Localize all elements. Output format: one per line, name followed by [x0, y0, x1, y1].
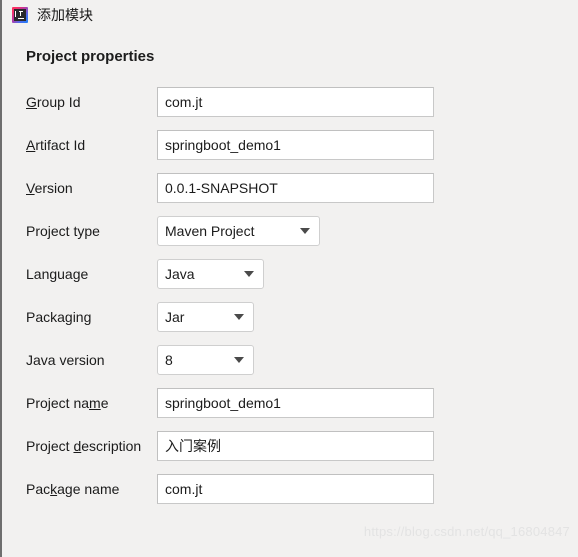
combobox-project-type[interactable]: Maven Project [157, 216, 320, 246]
form-row-project-type: Project type Maven Project [2, 216, 578, 246]
label-project-type: Project type [26, 223, 100, 239]
dialog-title-bar: 添加模块 [2, 0, 578, 30]
input-project-name[interactable]: springboot_demo1 [157, 388, 434, 418]
intellij-idea-logo-icon [12, 7, 28, 23]
chevron-down-icon [234, 314, 244, 320]
chevron-down-icon [300, 228, 310, 234]
combobox-language[interactable]: Java [157, 259, 264, 289]
dialog-title: 添加模块 [37, 7, 93, 23]
add-module-dialog: 添加模块 Project properties Group Id com.jt Ar… [0, 0, 578, 557]
form-row-artifact-id: Artifact Id springboot_demo1 [2, 130, 578, 160]
combobox-packaging[interactable]: Jar [157, 302, 254, 332]
input-value-version: 0.0.1-SNAPSHOT [165, 180, 278, 196]
label-group-id: Group Id [26, 94, 81, 110]
form-row-package-name: Package name com.jt [2, 474, 578, 504]
chevron-down-icon [244, 271, 254, 277]
input-artifact-id[interactable]: springboot_demo1 [157, 130, 434, 160]
label-java-version: Java version [26, 352, 105, 368]
label-version: Version [26, 180, 73, 196]
project-properties-form: Group Id com.jt Artifact Id springboot_demo… [2, 87, 578, 504]
input-package-name[interactable]: com.jt [157, 474, 434, 504]
input-value-package-name: com.jt [165, 481, 203, 497]
dialog-content: Project properties Group Id com.jt Artifac… [2, 30, 578, 504]
input-version[interactable]: 0.0.1-SNAPSHOT [157, 173, 434, 203]
input-value-group-id: com.jt [165, 94, 203, 110]
combobox-value-packaging: Jar [165, 309, 185, 325]
input-value-project-description: 入门案例 [165, 438, 221, 454]
section-heading: Project properties [26, 48, 155, 65]
label-project-description: Project description [26, 438, 142, 454]
input-project-description[interactable]: 入门案例 [157, 431, 434, 461]
form-row-group-id: Group Id com.jt [2, 87, 578, 117]
label-package-name: Package name [26, 481, 120, 497]
form-row-project-description: Project description 入门案例 [2, 431, 578, 461]
chevron-down-icon [234, 357, 244, 363]
input-value-project-name: springboot_demo1 [165, 395, 281, 411]
form-row-language: Language Java [2, 259, 578, 289]
input-group-id[interactable]: com.jt [157, 87, 434, 117]
form-row-packaging: Packaging Jar [2, 302, 578, 332]
label-packaging: Packaging [26, 309, 92, 325]
watermark-text: https://blog.csdn.net/qq_16804847 [363, 524, 570, 539]
form-row-project-name: Project name springboot_demo1 [2, 388, 578, 418]
label-language: Language [26, 266, 89, 282]
combobox-value-project-type: Maven Project [165, 223, 255, 239]
form-row-java-version: Java version 8 [2, 345, 578, 375]
combobox-value-java-version: 8 [165, 352, 173, 368]
combobox-value-language: Java [165, 266, 195, 282]
form-row-version: Version 0.0.1-SNAPSHOT [2, 173, 578, 203]
input-value-artifact-id: springboot_demo1 [165, 137, 281, 153]
label-project-name: Project name [26, 395, 109, 411]
label-artifact-id: Artifact Id [26, 137, 86, 153]
combobox-java-version[interactable]: 8 [157, 345, 254, 375]
